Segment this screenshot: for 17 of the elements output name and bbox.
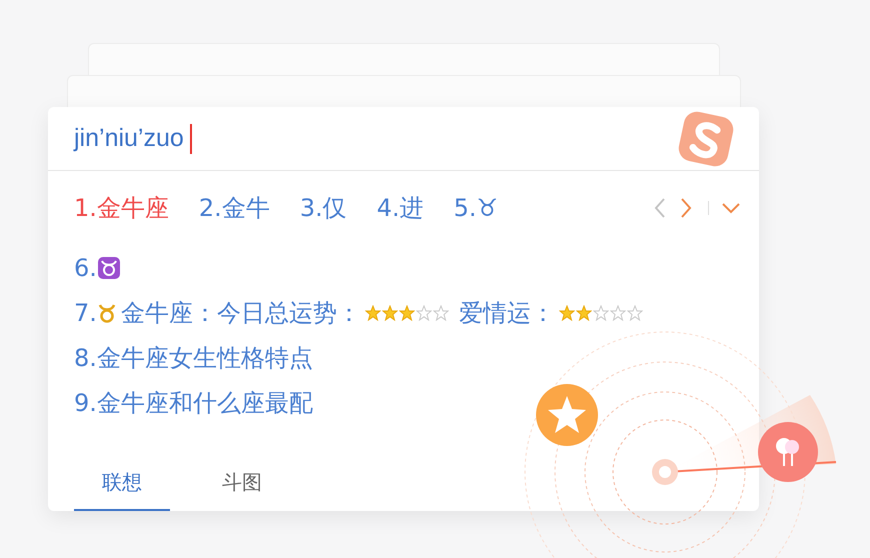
candidate-index: 7. xyxy=(74,298,97,326)
candidate-item[interactable]: 8.金牛座女生性格特点 xyxy=(74,342,313,374)
taurus-emoji-icon xyxy=(96,256,121,280)
star-badge-icon xyxy=(536,384,598,446)
caret-icon xyxy=(721,202,741,214)
candidate-item[interactable]: 5.♉ xyxy=(454,194,498,222)
balloon-badge-icon xyxy=(758,422,818,482)
candidate-item[interactable]: 4.进 xyxy=(376,192,424,224)
input-field[interactable]: jin’niu’zuo xyxy=(74,124,192,154)
taurus-icon xyxy=(96,302,117,324)
tab[interactable]: 斗图 xyxy=(194,455,290,511)
candidate-item[interactable]: 3.仅 xyxy=(300,192,347,224)
candidate-item[interactable]: 2.金牛 xyxy=(198,192,270,224)
candidate-item[interactable]: 9.金牛座和什么座最配 xyxy=(74,386,313,418)
candidate-item[interactable]: 1.金牛座 xyxy=(74,192,169,224)
tab[interactable]: 联想 xyxy=(74,455,170,511)
candidate-index: 6. xyxy=(74,254,97,282)
